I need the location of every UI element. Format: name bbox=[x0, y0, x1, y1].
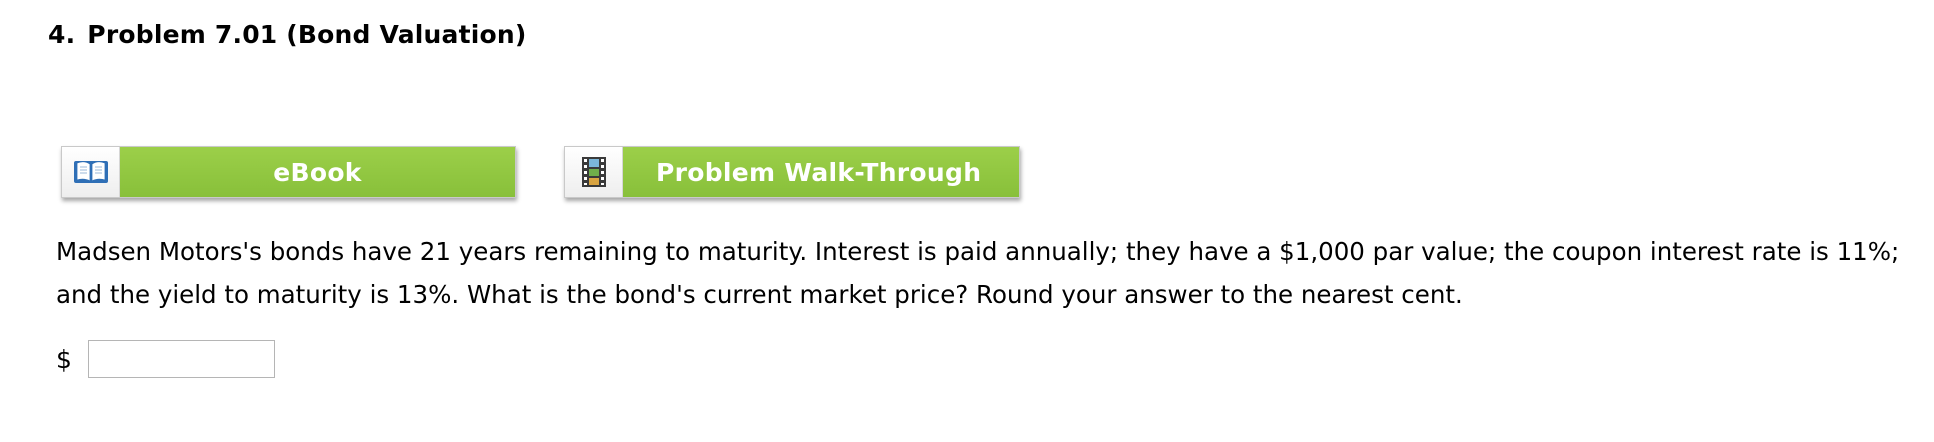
question-number: 4. bbox=[48, 20, 76, 49]
question-title: 4. Problem 7.01 (Bond Valuation) bbox=[48, 20, 527, 49]
problem-walkthrough-label: Problem Walk-Through bbox=[623, 147, 1019, 197]
problem-statement: Madsen Motors's bonds have 21 years rema… bbox=[56, 237, 1900, 309]
walkthrough-icon-box bbox=[565, 147, 623, 197]
ebook-icon-box bbox=[62, 147, 120, 197]
answer-input[interactable] bbox=[87, 340, 275, 378]
question-title-text: Problem 7.01 (Bond Valuation) bbox=[87, 20, 527, 49]
open-book-icon bbox=[73, 161, 108, 183]
problem-walkthrough-button[interactable]: Problem Walk-Through bbox=[564, 146, 1020, 198]
currency-symbol: $ bbox=[56, 344, 72, 374]
ebook-button[interactable]: eBook bbox=[61, 146, 516, 198]
ebook-label: eBook bbox=[120, 147, 515, 197]
answer-row: $ bbox=[56, 340, 275, 378]
film-strip-icon bbox=[581, 157, 606, 187]
